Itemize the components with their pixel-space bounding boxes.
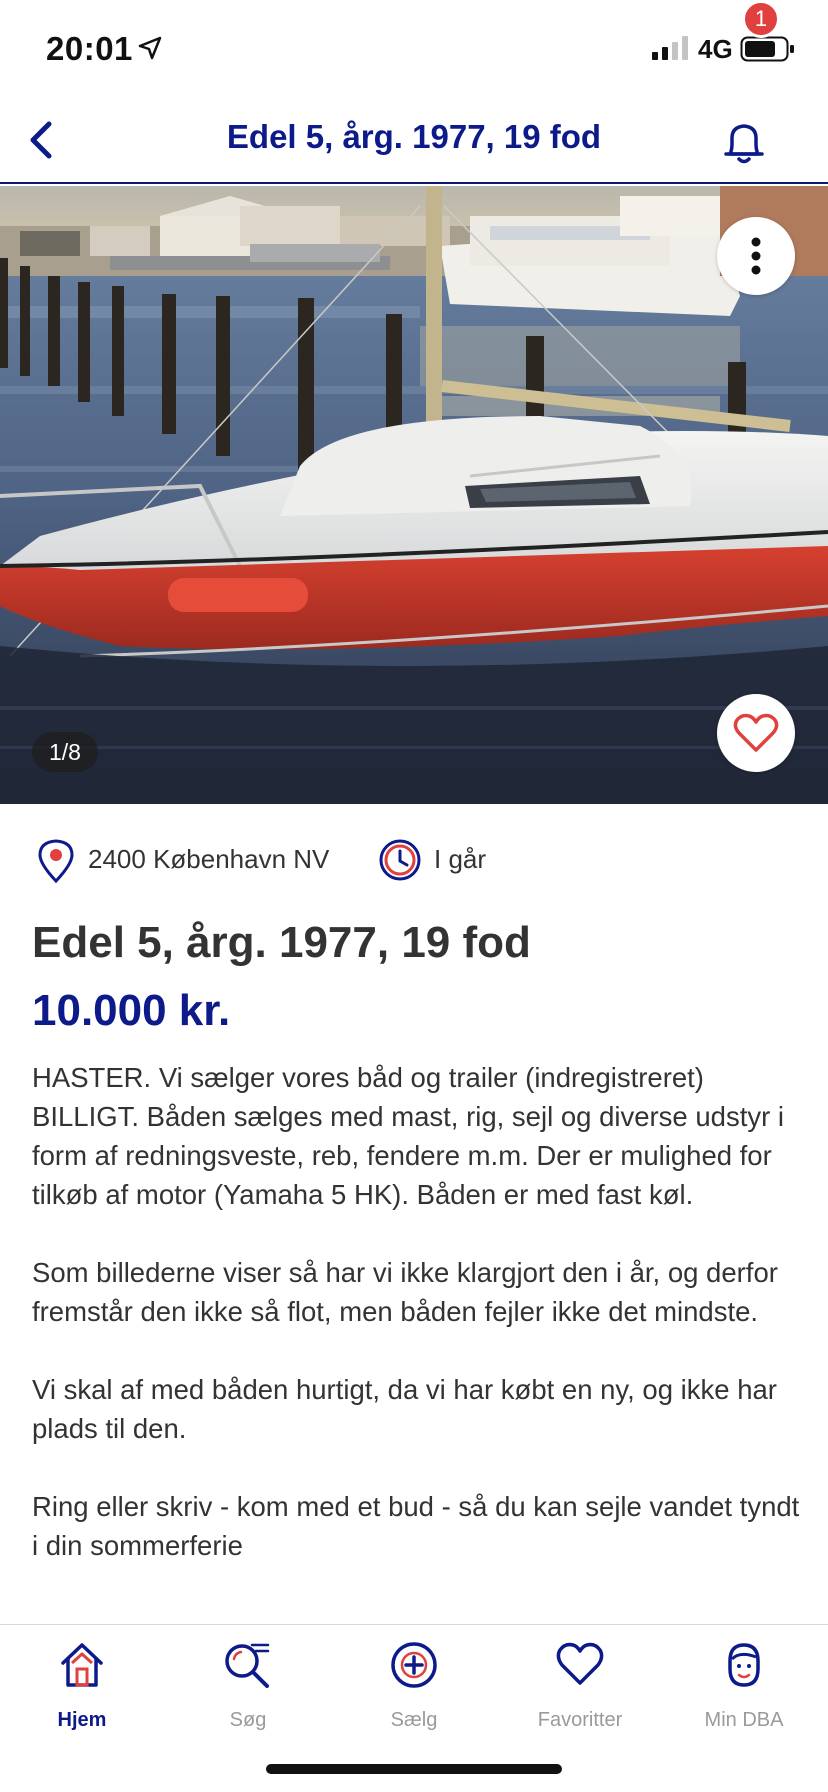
listing-price: 10.000 kr. xyxy=(32,986,231,1035)
tab-profile[interactable]: Min DBA xyxy=(669,1639,819,1735)
top-navigation-bar: Edel 5, årg. 1977, 19 fod xyxy=(0,100,828,184)
notification-badge: 1 xyxy=(742,0,780,38)
listing-photo[interactable] xyxy=(0,186,828,804)
header-title: Edel 5, årg. 1977, 19 fod xyxy=(226,118,602,155)
heart-icon xyxy=(733,713,779,752)
bell-icon xyxy=(724,124,764,164)
listing-title: Edel 5, årg. 1977, 19 fod xyxy=(32,918,531,967)
listing-location: 2400 København NV xyxy=(88,844,330,874)
tab-sell-label: Sælg xyxy=(390,1709,438,1731)
listing-meta: 2400 København NV I går xyxy=(0,836,828,884)
tab-search[interactable]: Søg xyxy=(173,1639,323,1735)
description-paragraph: Som billederne viser så har vi ikke klar… xyxy=(32,1257,778,1327)
profile-icon xyxy=(728,1643,760,1687)
heart-outline-icon xyxy=(556,1642,604,1685)
listing-page: 20:01 4G Edel 5, årg. 1977, 19 fod 1 1/8… xyxy=(0,0,828,1792)
clock-icon xyxy=(379,839,421,881)
signal-icon xyxy=(652,36,688,60)
notifications-button[interactable] xyxy=(716,114,772,170)
description-paragraph: HASTER. Vi sælger vores båd og trailer (… xyxy=(32,1062,784,1210)
listing-description: HASTER. Vi sælger vores båd og trailer (… xyxy=(32,1058,802,1624)
more-vertical-icon xyxy=(751,237,761,275)
favorite-button[interactable] xyxy=(717,694,795,772)
location-pin-icon xyxy=(38,839,74,884)
back-chevron-icon xyxy=(30,121,52,159)
tab-favorites[interactable]: Favoritter xyxy=(505,1639,655,1735)
status-bar: 20:01 4G xyxy=(0,0,828,100)
location-arrow-icon xyxy=(138,36,162,60)
more-options-button[interactable] xyxy=(717,217,795,295)
battery-icon xyxy=(740,36,794,62)
tab-sell[interactable]: Sælg xyxy=(339,1639,489,1735)
description-paragraph: Vi skal af med båden hurtigt, da vi har … xyxy=(32,1374,777,1444)
tab-profile-label: Min DBA xyxy=(704,1709,784,1731)
tab-search-label: Søg xyxy=(229,1709,267,1731)
home-icon xyxy=(61,1643,103,1687)
home-indicator xyxy=(266,1764,562,1774)
network-type: 4G xyxy=(698,34,733,64)
status-time: 20:01 xyxy=(46,30,133,67)
tab-favorites-label: Favoritter xyxy=(537,1709,623,1731)
tab-home[interactable]: Hjem xyxy=(7,1639,157,1735)
image-counter: 1/8 xyxy=(32,732,98,772)
search-icon xyxy=(225,1643,270,1688)
listing-posted-date: I går xyxy=(434,844,487,874)
back-button[interactable] xyxy=(18,116,66,164)
boat-photo-image xyxy=(0,186,828,804)
description-paragraph: Ring eller skriv - kom med et bud - så d… xyxy=(32,1491,800,1561)
plus-circle-icon xyxy=(391,1642,437,1688)
tab-home-label: Hjem xyxy=(57,1709,107,1731)
